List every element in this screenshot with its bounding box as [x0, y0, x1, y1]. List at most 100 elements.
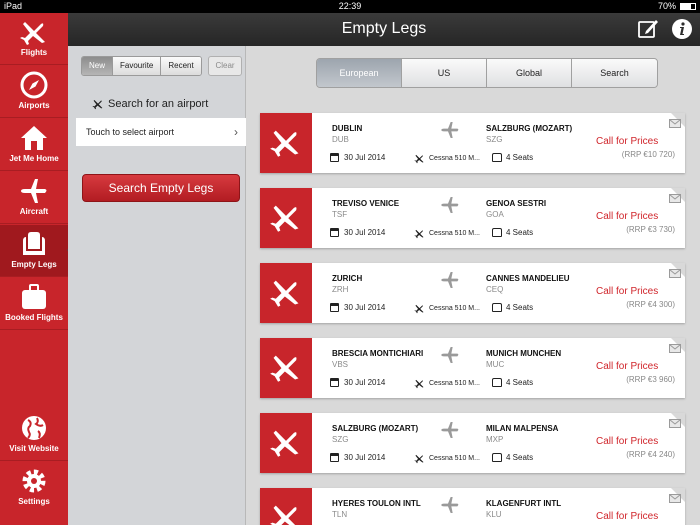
flight-card[interactable]: SALZBURG (MOZART) SZG MILAN MALPENSA MXP… [260, 413, 685, 473]
house-icon [21, 126, 47, 150]
seat-count-value: 4 Seats [506, 153, 534, 162]
region-tabs: European US Global Search [316, 58, 658, 88]
departure-code: TSF [332, 210, 348, 219]
rrp-price: (RRP €4 300) [626, 300, 675, 309]
flight-thumbnail [260, 338, 312, 398]
call-for-prices-link[interactable]: Call for Prices [596, 361, 658, 372]
arrival-airport: GENOA SESTRI [486, 199, 547, 208]
tab-global[interactable]: Global [487, 59, 572, 87]
flight-card[interactable]: BRESCIA MONTICHIARI VBS MUNICH MUNCHEN M… [260, 338, 685, 398]
seat-count: 4 Seats [492, 153, 533, 162]
sidebar-item-jet-me-home[interactable]: Jet Me Home [0, 119, 68, 171]
flight-date: 30 Jul 2014 [330, 228, 385, 237]
tab-european[interactable]: European [317, 59, 402, 87]
flight-thumbnail [260, 113, 312, 173]
departure-airport: SALZBURG (MOZART) [332, 424, 419, 433]
sidebar-item-label: Jet Me Home [9, 154, 59, 163]
seat-count: 4 Seats [492, 378, 533, 387]
route-plane-icon [441, 122, 459, 138]
departure-code: VBS [332, 360, 349, 369]
arrival-code: SZG [486, 135, 503, 144]
call-for-prices-link[interactable]: Call for Prices [596, 211, 658, 222]
flight-date-value: 30 Jul 2014 [344, 378, 386, 387]
sidebar-item-label: Settings [18, 497, 50, 506]
info-icon[interactable] [671, 18, 693, 40]
seat-icon [492, 378, 502, 387]
plane-icon [414, 229, 424, 239]
flight-card[interactable]: TREVISO VENICE TSF GENOA SESTRI GOA 30 J… [260, 188, 685, 248]
arrival-code: MXP [486, 435, 504, 444]
rrp-price: (RRP €3 960) [626, 375, 675, 384]
sidebar-item-aircraft[interactable]: Aircraft [0, 172, 68, 224]
seat-icon [492, 303, 502, 312]
departure-code: SZG [332, 435, 349, 444]
sidebar-item-visit-website[interactable]: Visit Website [0, 409, 68, 461]
mail-icon[interactable] [669, 344, 681, 353]
seat-count-value: 4 Seats [506, 453, 534, 462]
sidebar-item-label: Aircraft [19, 207, 49, 216]
plane-icon [414, 379, 424, 389]
flight-date: 30 Jul 2014 [330, 303, 385, 312]
flight-thumbnail [260, 263, 312, 323]
flight-card[interactable]: HYERES TOULON INTL TLN KLAGENFURT INTL K… [260, 488, 685, 525]
arrival-code: MUC [486, 360, 505, 369]
sidebar-item-airports[interactable]: Airports [0, 66, 68, 118]
flight-card[interactable]: DUBLIN DUB SALZBURG (MOZART) SZG 30 Jul … [260, 113, 685, 173]
call-for-prices-link[interactable]: Call for Prices [596, 436, 658, 447]
tab-search[interactable]: Search [572, 59, 657, 87]
sidebar-item-label: Flights [20, 48, 48, 57]
search-airport-heading: Search for an airport [92, 98, 208, 110]
tab-recent[interactable]: Recent [161, 57, 201, 75]
filter-tabs: New Favourite Recent [81, 56, 202, 76]
seat-count: 4 Seats [492, 453, 533, 462]
search-empty-legs-button[interactable]: Search Empty Legs [82, 174, 240, 202]
plane-icon [414, 454, 424, 464]
tab-us[interactable]: US [402, 59, 487, 87]
call-for-prices-link[interactable]: Call for Prices [596, 286, 658, 297]
page-title: Empty Legs [341, 20, 427, 37]
seat-count-value: 4 Seats [506, 228, 534, 237]
seat-icon [492, 228, 502, 237]
call-for-prices-link[interactable]: Call for Prices [596, 511, 658, 522]
seat-icon [492, 153, 502, 162]
plane-icon [414, 304, 424, 314]
departure-code: TLN [332, 510, 348, 519]
departure-airport: TREVISO VENICE [332, 199, 400, 208]
flight-card[interactable]: ZURICH ZRH CANNES MANDELIEU CEQ 30 Jul 2… [260, 263, 685, 323]
aircraft-type-value: Cessna 510 M... [429, 380, 480, 387]
sidebar-item-empty-legs[interactable]: Empty Legs [0, 225, 75, 277]
call-for-prices-link[interactable]: Call for Prices [596, 136, 658, 147]
search-panel: New Favourite Recent Clear Search for an… [68, 46, 246, 525]
battery-icon [680, 2, 696, 10]
arrival-airport: SALZBURG (MOZART) [486, 124, 573, 133]
compose-icon[interactable] [637, 18, 659, 40]
calendar-icon [330, 153, 339, 162]
airport-select-row[interactable]: Touch to select airport › [76, 118, 246, 146]
flight-date-value: 30 Jul 2014 [344, 303, 386, 312]
mail-icon[interactable] [669, 119, 681, 128]
seat-count-value: 4 Seats [506, 378, 534, 387]
tab-favourite[interactable]: Favourite [113, 57, 162, 75]
sidebar-item-label: Booked Flights [5, 313, 63, 322]
clear-button[interactable]: Clear [208, 56, 242, 76]
rrp-price: (RRP €4 240) [626, 450, 675, 459]
seat-count: 4 Seats [492, 228, 533, 237]
battery-percent: 70% [657, 1, 676, 11]
mail-icon[interactable] [669, 194, 681, 203]
arrival-airport: MILAN MALPENSA [486, 424, 559, 433]
sidebar-item-label: Visit Website [9, 444, 59, 453]
mail-icon[interactable] [669, 419, 681, 428]
calendar-icon [330, 228, 339, 237]
plane-icon [270, 505, 297, 525]
mail-icon[interactable] [669, 269, 681, 278]
flight-date: 30 Jul 2014 [330, 378, 385, 387]
sidebar-item-settings[interactable]: Settings [0, 462, 68, 514]
route-plane-icon [441, 197, 459, 213]
plane-icon [270, 280, 299, 307]
mail-icon[interactable] [669, 494, 681, 503]
sidebar-item-flights[interactable]: Flights [0, 13, 68, 65]
arrival-code: GOA [486, 210, 504, 219]
tab-new[interactable]: New [82, 57, 114, 75]
calendar-icon [330, 378, 339, 387]
sidebar-item-booked-flights[interactable]: Booked Flights [0, 278, 68, 330]
